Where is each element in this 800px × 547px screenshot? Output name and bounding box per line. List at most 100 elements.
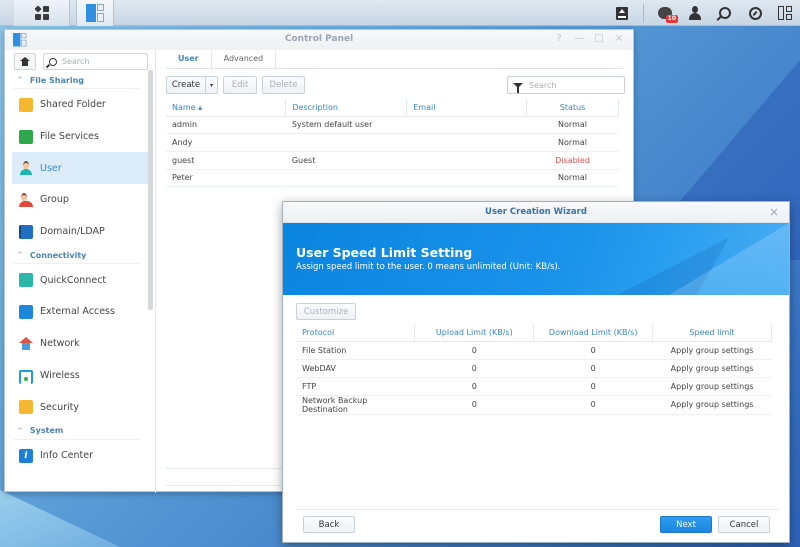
cell-status: Normal	[526, 169, 619, 188]
cell-upload-limit: 0	[414, 395, 534, 415]
divider	[296, 509, 778, 510]
sidebar-item-external-access[interactable]: External Access	[12, 296, 148, 328]
chevron-up-icon: ^	[17, 251, 23, 260]
sidebar-search[interactable]	[43, 53, 148, 70]
close-icon[interactable]: ×	[769, 205, 779, 219]
sidebar-search-input[interactable]	[62, 57, 142, 66]
widgets-button[interactable]	[770, 0, 800, 26]
cell-download-limit: 0	[533, 395, 653, 415]
sidebar-item-network[interactable]: Network	[12, 328, 148, 360]
column-header-email[interactable]: Email	[406, 99, 528, 117]
user-search[interactable]	[507, 76, 625, 94]
sidebar-item-file-services[interactable]: File Services	[12, 121, 148, 153]
wizard-subheading: Assign speed limit to the user. 0 means …	[296, 262, 561, 272]
sidebar-item-wireless[interactable]: Wireless	[12, 360, 148, 392]
help-button[interactable]: ?	[553, 33, 565, 44]
table-row[interactable]: guest Guest Disabled	[166, 151, 619, 170]
delete-button[interactable]: Delete	[262, 76, 305, 94]
user-search-input[interactable]	[529, 80, 619, 90]
taskbar-control-panel-button[interactable]	[76, 0, 114, 26]
column-header-upload-limit[interactable]: Upload Limit (KB/s)	[414, 324, 535, 342]
cell-description	[285, 169, 407, 188]
customize-button[interactable]: Customize	[296, 303, 356, 320]
wizard-title: User Creation Wizard	[485, 207, 587, 217]
column-header-protocol[interactable]: Protocol	[296, 324, 416, 342]
taskbar-divider	[643, 4, 644, 22]
domain-ldap-icon	[19, 224, 33, 239]
table-row[interactable]: Network Backup Destination 0 0 Apply gro…	[296, 395, 772, 415]
notifications-button[interactable]: 10	[650, 0, 680, 26]
cell-status: Normal	[526, 116, 619, 135]
sidebar-item-domain-ldap[interactable]: Domain/LDAP	[12, 216, 148, 248]
main-menu-button[interactable]	[14, 0, 70, 26]
search-button[interactable]	[710, 0, 740, 26]
back-button[interactable]: Back	[303, 516, 355, 533]
cell-name: guest	[166, 151, 286, 170]
network-icon	[19, 336, 33, 351]
speed-limit-table: Protocol Upload Limit (KB/s) Download Li…	[296, 324, 772, 415]
sidebar-item-shared-folder[interactable]: Shared Folder	[12, 89, 148, 121]
sidebar-item-user[interactable]: User	[12, 152, 148, 185]
table-row[interactable]: FTP 0 0 Apply group settings	[296, 377, 772, 396]
column-header-name[interactable]: Name ▴	[166, 99, 287, 117]
sidebar-item-security[interactable]: Security	[12, 391, 148, 423]
window-title: Control Panel	[284, 34, 354, 44]
toolbar: Create ▾ Edit Delete	[166, 76, 625, 96]
sidebar-scrollbar[interactable]	[148, 70, 153, 310]
minimize-button[interactable]: —	[573, 33, 585, 44]
sidebar-item-quickconnect[interactable]: QuickConnect	[12, 264, 148, 296]
cell-name: Andy	[166, 133, 286, 152]
search-icon	[49, 57, 57, 66]
next-button[interactable]: Next	[660, 516, 712, 533]
cell-email	[406, 116, 527, 135]
info-center-icon: i	[19, 448, 33, 463]
widgets-icon	[778, 6, 792, 20]
sidebar-item-group[interactable]: Group	[12, 184, 148, 216]
divider	[166, 485, 291, 486]
maximize-button[interactable]: □	[593, 33, 605, 44]
sidebar: ^File Sharing Shared Folder File Service…	[5, 50, 156, 493]
cell-upload-limit: 0	[414, 359, 534, 378]
table-row[interactable]: admin System default user Normal	[166, 116, 619, 135]
wizard-banner: User Speed Limit Setting Assign speed li…	[283, 223, 789, 295]
tab-user[interactable]: User	[166, 51, 212, 69]
upload-button[interactable]	[607, 0, 637, 26]
table-row[interactable]: File Station 0 0 Apply group settings	[296, 341, 772, 360]
cell-email	[406, 169, 527, 188]
close-button[interactable]: ×	[613, 33, 625, 44]
cancel-button[interactable]: Cancel	[718, 516, 770, 533]
table-row[interactable]: Andy Normal	[166, 133, 619, 152]
create-button[interactable]: Create	[166, 76, 206, 94]
user-icon	[19, 161, 33, 176]
edit-button[interactable]: Edit	[223, 76, 257, 94]
section-connectivity[interactable]: ^ Connectivity	[13, 247, 140, 265]
column-header-speed-limit[interactable]: Speed limit	[652, 324, 772, 342]
tab-advanced[interactable]: Advanced	[212, 51, 277, 69]
security-icon	[19, 400, 33, 415]
cell-protocol: Network Backup Destination	[296, 395, 415, 415]
home-button[interactable]	[14, 53, 36, 70]
column-header-description[interactable]: Description	[285, 99, 408, 117]
create-dropdown-button[interactable]: ▾	[205, 76, 218, 94]
cell-name: admin	[166, 116, 286, 135]
control-panel-titlebar[interactable]: Control Panel ? — □ ×	[5, 30, 633, 50]
user-menu-button[interactable]	[680, 0, 710, 26]
table-row[interactable]: Peter Normal	[166, 169, 619, 188]
cell-protocol: FTP	[296, 377, 415, 396]
sidebar-list: ^ File Sharing Shared Folder File Service…	[5, 72, 148, 472]
section-system[interactable]: ^ System	[13, 423, 140, 440]
user-table: Name ▴ Description Email Status admin Sy…	[166, 99, 619, 188]
table-row[interactable]: WebDAV 0 0 Apply group settings	[296, 359, 772, 378]
column-header-download-limit[interactable]: Download Limit (KB/s)	[533, 324, 654, 342]
cell-name: Peter	[166, 169, 286, 188]
column-header-status[interactable]: Status	[526, 99, 619, 117]
section-file-sharing[interactable]: ^ File Sharing	[13, 72, 140, 89]
shared-folder-icon	[19, 97, 33, 112]
sidebar-item-info-center[interactable]: i Info Center	[12, 440, 148, 472]
cell-speed-limit: Apply group settings	[652, 377, 772, 396]
upload-icon	[616, 6, 628, 20]
file-services-icon	[19, 129, 33, 144]
table-header-row: Protocol Upload Limit (KB/s) Download Li…	[296, 324, 772, 342]
resource-monitor-button[interactable]	[740, 0, 770, 26]
wizard-titlebar[interactable]: User Creation Wizard ×	[283, 202, 789, 223]
